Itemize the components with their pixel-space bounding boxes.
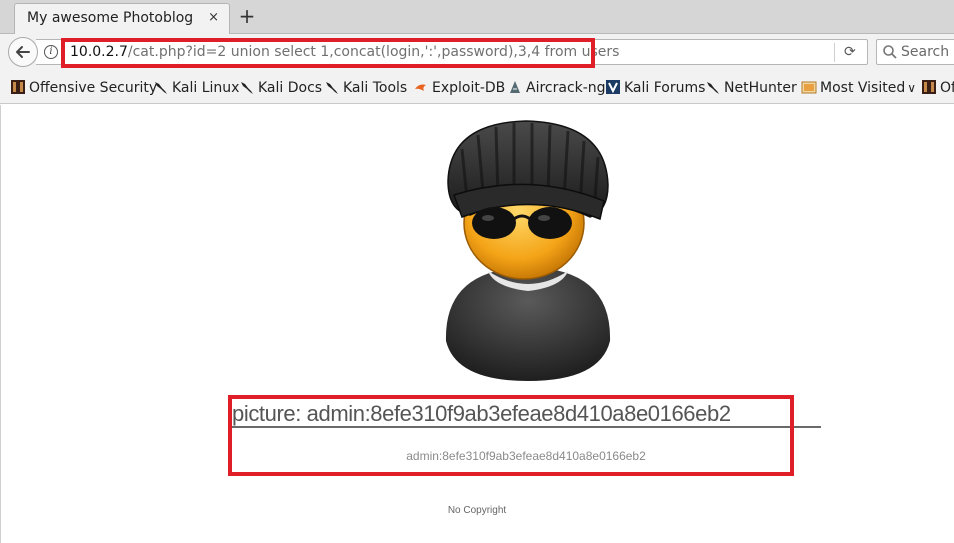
tab-title: My awesome Photoblog — [27, 10, 194, 26]
offsec-icon — [921, 79, 937, 95]
new-tab-button[interactable]: + — [236, 4, 258, 28]
search-box[interactable]: Search — [876, 39, 954, 65]
bookmark-most-visited[interactable]: Most Visited ∨ — [801, 79, 916, 97]
close-tab-icon[interactable]: × — [208, 10, 219, 25]
burglar-avatar-image — [445, 120, 611, 381]
back-button[interactable] — [8, 37, 38, 67]
bookmark-label: Of — [940, 80, 954, 96]
back-arrow-icon — [16, 46, 30, 58]
most-visited-icon — [801, 79, 817, 95]
tab-strip: My awesome Photoblog × + — [0, 0, 954, 34]
tab-photoblog[interactable]: My awesome Photoblog × — [14, 3, 230, 34]
exploitdb-icon — [413, 79, 429, 95]
bookmark-label: Kali Tools — [343, 80, 408, 96]
aircrack-icon — [507, 79, 523, 95]
search-placeholder: Search — [901, 44, 950, 60]
bookmark-aircrack-ng[interactable]: Aircrack-ng — [507, 79, 606, 97]
footer-text: No Copyright — [447, 505, 507, 516]
bookmark-label: NetHunter — [724, 80, 797, 96]
bookmark-kali-tools[interactable]: Kali Tools — [324, 79, 407, 97]
bookmark-label: Aircrack-ng — [526, 80, 606, 96]
kali-forums-icon — [605, 79, 621, 95]
chevron-down-icon: ∨ — [907, 81, 917, 95]
window-left-border — [0, 105, 1, 543]
bookmarks-toolbar: Offensive Security Kali Linux Kali Docs … — [0, 70, 954, 104]
search-icon — [883, 45, 897, 59]
bookmark-kali-forums[interactable]: Kali Forums — [605, 79, 705, 97]
bookmark-label: Kali Forums — [624, 80, 706, 96]
bookmark-label: Most Visited — [820, 80, 906, 96]
result-highlight-box — [228, 395, 794, 476]
bookmark-label: Kali Linux — [172, 80, 240, 96]
url-highlight-box — [61, 38, 595, 68]
bookmark-nethunter[interactable]: NetHunter — [705, 79, 797, 97]
bookmark-kali-docs[interactable]: Kali Docs — [239, 79, 322, 97]
bookmark-offensive-security-overflow[interactable]: Of — [921, 79, 954, 97]
kali-dragon-icon — [239, 79, 255, 95]
bookmark-exploit-db[interactable]: Exploit-DB — [413, 79, 505, 97]
offsec-icon — [10, 79, 26, 95]
page-content: picture: admin:8efe310f9ab3efeae8d410a8e… — [0, 105, 954, 543]
kali-dragon-icon — [324, 79, 340, 95]
site-info-icon[interactable]: i — [44, 45, 58, 59]
reload-icon[interactable]: ⟳ — [844, 44, 856, 60]
url-divider — [834, 43, 835, 62]
kali-dragon-icon — [705, 79, 721, 95]
bookmark-label: Kali Docs — [258, 80, 323, 96]
kali-dragon-icon — [153, 79, 169, 95]
bookmark-label: Exploit-DB — [432, 80, 506, 96]
bookmark-label: Offensive Security — [29, 80, 158, 96]
bookmark-offensive-security[interactable]: Offensive Security — [10, 79, 157, 97]
bookmark-kali-linux[interactable]: Kali Linux — [153, 79, 239, 97]
